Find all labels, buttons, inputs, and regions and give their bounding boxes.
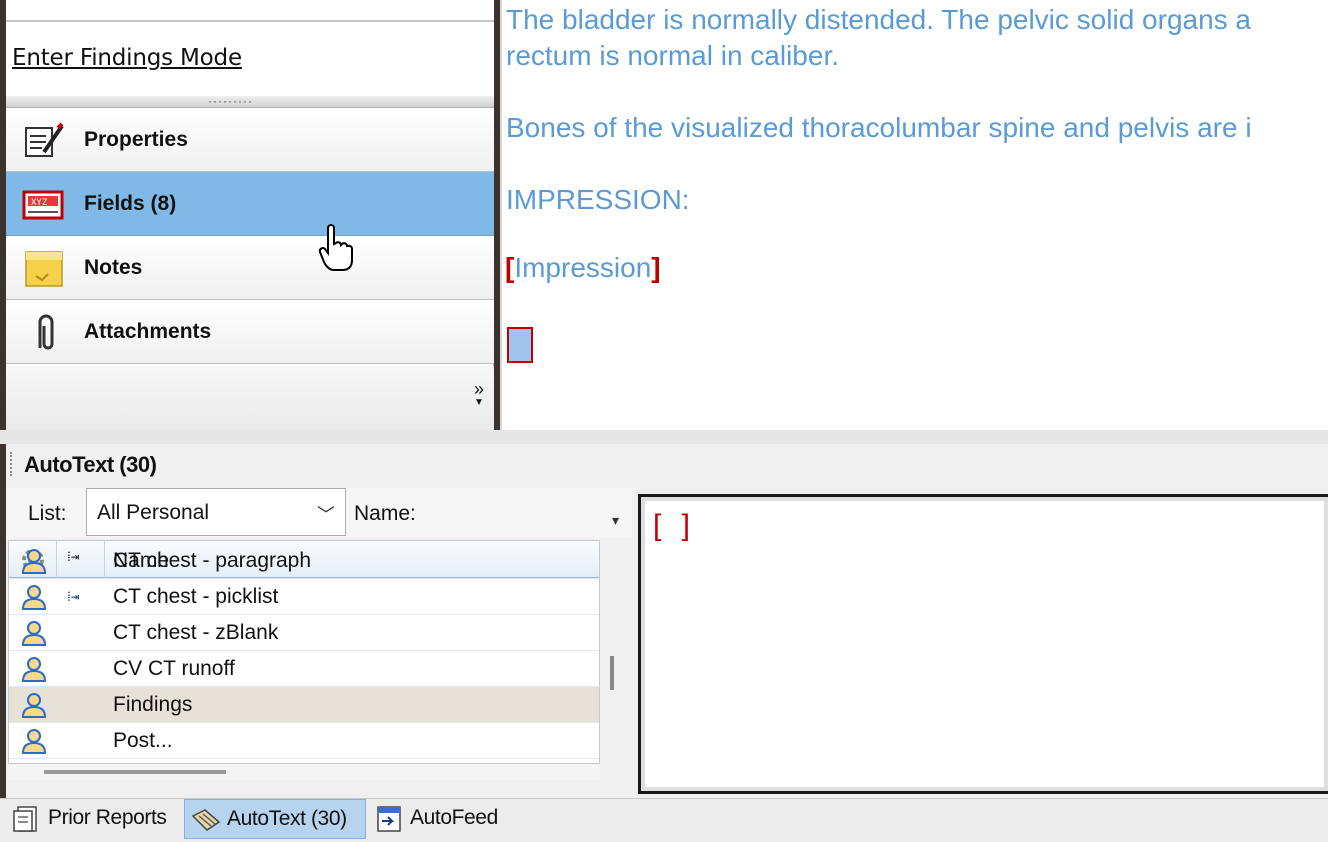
tab-autofeed[interactable]: AutoFeed	[368, 799, 518, 839]
autofeed-icon	[377, 806, 401, 832]
autotext-icon	[191, 809, 221, 831]
table-row[interactable]: Findings	[9, 687, 599, 723]
field-close-bracket: ]	[651, 252, 661, 283]
left-pane: Enter Findings Mode ········· Properties…	[6, 0, 494, 430]
row-name: CT chest - picklist	[113, 585, 279, 608]
notes-icon	[25, 251, 63, 287]
row-name: Findings	[113, 693, 193, 716]
nav-label-properties: Properties	[84, 128, 188, 151]
nav-item-notes[interactable]: Notes	[6, 236, 494, 300]
empty-field-placeholder[interactable]	[507, 327, 533, 363]
filter-bar: List: All Personal ﹀ Name: ▾	[6, 488, 632, 538]
nav-label-attachments: Attachments	[84, 320, 212, 343]
nav-footer: » ▼	[6, 366, 494, 430]
tab-autotext[interactable]: AutoText (30)	[184, 799, 366, 839]
nav-label-notes: Notes	[84, 256, 143, 279]
list-dropdown[interactable]: All Personal ﹀	[86, 488, 346, 536]
hand-cursor-icon	[318, 224, 353, 271]
name-label: Name:	[354, 502, 416, 525]
user-icon	[21, 585, 47, 610]
tab-label: AutoText (30)	[227, 807, 347, 830]
list-dropdown-value: All Personal	[97, 501, 210, 524]
properties-icon	[25, 122, 64, 157]
tab-prior-reports[interactable]: Prior Reports	[6, 799, 182, 839]
insert-field-icon: ⁞⇥	[67, 589, 80, 605]
report-icon	[13, 806, 37, 832]
tab-label: AutoFeed	[410, 806, 498, 829]
horizontal-scrollbar-thumb[interactable]	[44, 770, 226, 774]
row-name: CV CT runoff	[113, 657, 235, 680]
row-name: Post...	[113, 729, 173, 752]
filter-menu-button[interactable]: ▾	[612, 512, 619, 529]
autotext-header: AutoText (30)	[6, 444, 1328, 484]
report-text-line[interactable]: Bones of the visualized thoracolumbar sp…	[506, 112, 1252, 144]
autotext-grid: ⁞⇥ Name CT chest - paragraph ⁞⇥ CT chest -…	[8, 540, 600, 764]
user-icon	[21, 621, 47, 646]
report-impression-heading[interactable]: IMPRESSION:	[506, 184, 690, 216]
nav-label-fields: Fields (8)	[84, 192, 177, 215]
nav-item-fields[interactable]: XYZ Fields (8)	[6, 172, 494, 236]
caret-down-icon: ▼	[474, 397, 484, 408]
splitter-grip-icon: ·········	[208, 94, 253, 108]
impression-field-text: Impression	[514, 252, 652, 283]
findings-area: Enter Findings Mode	[6, 0, 494, 96]
autotext-title: AutoText (30)	[24, 452, 157, 477]
table-row[interactable]: ⁞⇥ CT chest - picklist	[9, 579, 599, 615]
drag-grip-icon[interactable]	[10, 452, 14, 476]
enter-findings-mode-link[interactable]: Enter Findings Mode	[12, 45, 242, 71]
field-open-bracket: [	[505, 252, 515, 283]
paperclip-icon	[38, 314, 54, 350]
tab-label: Prior Reports	[48, 806, 167, 829]
autotext-preview[interactable]: [ ]	[638, 494, 1328, 794]
nav-overflow-button[interactable]: » ▼	[473, 379, 484, 410]
svg-text:XYZ: XYZ	[31, 198, 48, 208]
user-icon	[21, 549, 47, 574]
bottom-tab-bar: Prior Reports AutoText (30) AutoFeed	[0, 798, 1328, 842]
table-row[interactable]: CT chest - paragraph	[9, 543, 599, 579]
table-row[interactable]: CT chest - zBlank	[9, 615, 599, 651]
nav-item-attachments[interactable]: Attachments	[6, 300, 494, 364]
impression-field[interactable]: [Impression]	[505, 252, 661, 284]
row-name: CT chest - paragraph	[113, 549, 312, 572]
horizontal-splitter[interactable]	[0, 430, 1328, 444]
report-text-line[interactable]: The bladder is normally distended. The p…	[506, 4, 1251, 36]
panel-splitter[interactable]: ·········	[6, 94, 494, 108]
table-row[interactable]: CV CT runoff	[9, 651, 599, 687]
user-icon	[21, 729, 47, 754]
grid-body: CT chest - paragraph ⁞⇥ CT chest - picklis…	[9, 549, 599, 763]
user-icon	[21, 693, 47, 718]
list-label: List:	[28, 502, 67, 525]
report-text-line[interactable]: rectum is normal in caliber.	[506, 40, 839, 72]
fields-icon: XYZ	[22, 190, 64, 220]
horizontal-scrollbar[interactable]	[8, 764, 600, 780]
nav-item-properties[interactable]: Properties	[6, 108, 494, 172]
vertical-scrollbar-thumb[interactable]	[610, 656, 614, 690]
table-row[interactable]: Post...	[9, 723, 599, 759]
chevron-double-right-icon: »	[473, 379, 484, 399]
row-name: CT chest - zBlank	[113, 621, 279, 644]
autotext-panel: AutoText (30) List: All Personal ﹀ Name:…	[6, 444, 1328, 798]
user-icon	[21, 657, 47, 682]
chevron-down-icon: ﹀	[317, 505, 335, 525]
preview-text: [ ]	[653, 509, 697, 542]
report-editor[interactable]: The bladder is normally distended. The p…	[500, 0, 1328, 430]
findings-input-strip[interactable]	[6, 0, 494, 22]
